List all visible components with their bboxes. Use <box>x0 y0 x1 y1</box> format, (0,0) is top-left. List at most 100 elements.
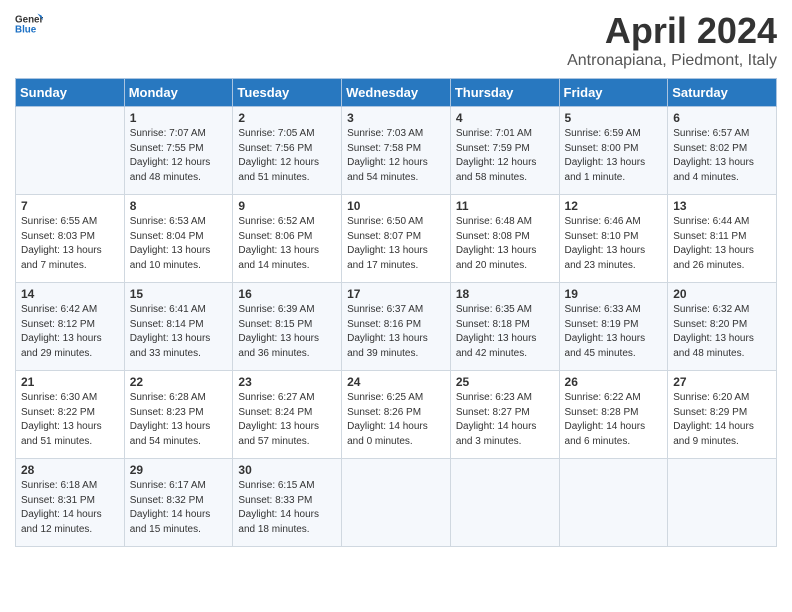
day-number: 30 <box>238 463 336 477</box>
day-number: 4 <box>456 111 554 125</box>
day-number: 3 <box>347 111 445 125</box>
day-number: 25 <box>456 375 554 389</box>
col-header-wednesday: Wednesday <box>342 79 451 107</box>
calendar-cell: 20Sunrise: 6:32 AMSunset: 8:20 PMDayligh… <box>668 283 777 371</box>
calendar-table: SundayMondayTuesdayWednesdayThursdayFrid… <box>15 78 777 547</box>
day-info: Sunrise: 6:33 AMSunset: 8:19 PMDaylight:… <box>565 303 663 361</box>
day-info: Sunrise: 6:25 AMSunset: 8:26 PMDaylight:… <box>347 391 445 449</box>
calendar-cell <box>559 459 668 547</box>
day-number: 8 <box>130 199 228 213</box>
day-number: 15 <box>130 287 228 301</box>
calendar-cell: 4Sunrise: 7:01 AMSunset: 7:59 PMDaylight… <box>450 107 559 195</box>
day-number: 19 <box>565 287 663 301</box>
svg-text:Blue: Blue <box>15 24 37 35</box>
col-header-friday: Friday <box>559 79 668 107</box>
day-info: Sunrise: 6:50 AMSunset: 8:07 PMDaylight:… <box>347 215 445 273</box>
calendar-cell: 5 Sunrise: 6:59 AMSunset: 8:00 PMDaylight… <box>559 107 668 195</box>
day-number: 17 <box>347 287 445 301</box>
calendar-cell: 27Sunrise: 6:20 AMSunset: 8:29 PMDayligh… <box>668 371 777 459</box>
day-number: 2 <box>238 111 336 125</box>
day-info: Sunrise: 6:27 AMSunset: 8:24 PMDaylight:… <box>238 391 336 449</box>
calendar-cell: 3 Sunrise: 7:03 AMSunset: 7:58 PMDaylight… <box>342 107 451 195</box>
calendar-cell: 10Sunrise: 6:50 AMSunset: 8:07 PMDayligh… <box>342 195 451 283</box>
calendar-cell: 14 Sunrise: 6:42 AMSunset: 8:12 PMDayligh… <box>16 283 125 371</box>
title-area: April 2024 Antronapiana, Piedmont, Italy <box>567 10 777 70</box>
col-header-tuesday: Tuesday <box>233 79 342 107</box>
day-number: 18 <box>456 287 554 301</box>
header-row: SundayMondayTuesdayWednesdayThursdayFrid… <box>16 79 777 107</box>
day-number: 12 <box>565 199 663 213</box>
day-info: Sunrise: 6:55 AMSunset: 8:03 PMDaylight:… <box>21 215 119 273</box>
day-info: Sunrise: 6:57 AMSunset: 8:02 PMDaylight:… <box>673 127 771 185</box>
calendar-cell <box>450 459 559 547</box>
day-info: Sunrise: 6:52 AMSunset: 8:06 PMDaylight:… <box>238 215 336 273</box>
calendar-cell: 9 Sunrise: 6:52 AMSunset: 8:06 PMDaylight… <box>233 195 342 283</box>
day-info: Sunrise: 6:17 AMSunset: 8:32 PMDaylight:… <box>130 479 228 537</box>
day-info: Sunrise: 6:30 AMSunset: 8:22 PMDaylight:… <box>21 391 119 449</box>
day-info: Sunrise: 6:20 AMSunset: 8:29 PMDaylight:… <box>673 391 771 449</box>
day-number: 1 <box>130 111 228 125</box>
calendar-cell: 2Sunrise: 7:05 AMSunset: 7:56 PMDaylight… <box>233 107 342 195</box>
day-info: Sunrise: 6:15 AMSunset: 8:33 PMDaylight:… <box>238 479 336 537</box>
col-header-sunday: Sunday <box>16 79 125 107</box>
day-number: 11 <box>456 199 554 213</box>
day-number: 13 <box>673 199 771 213</box>
calendar-cell: 17Sunrise: 6:37 AMSunset: 8:16 PMDayligh… <box>342 283 451 371</box>
calendar-cell: 11 Sunrise: 6:48 AMSunset: 8:08 PMDayligh… <box>450 195 559 283</box>
calendar-cell: 8 Sunrise: 6:53 AMSunset: 8:04 PMDaylight… <box>124 195 233 283</box>
calendar-cell: 26Sunrise: 6:22 AMSunset: 8:28 PMDayligh… <box>559 371 668 459</box>
day-info: Sunrise: 6:22 AMSunset: 8:28 PMDaylight:… <box>565 391 663 449</box>
calendar-cell: 6 Sunrise: 6:57 AMSunset: 8:02 PMDaylight… <box>668 107 777 195</box>
day-info: Sunrise: 6:48 AMSunset: 8:08 PMDaylight:… <box>456 215 554 273</box>
day-info: Sunrise: 6:28 AMSunset: 8:23 PMDaylight:… <box>130 391 228 449</box>
calendar-cell: 22Sunrise: 6:28 AMSunset: 8:23 PMDayligh… <box>124 371 233 459</box>
header: General Blue April 2024 Antronapiana, Pi… <box>15 10 777 70</box>
calendar-cell: 16 Sunrise: 6:39 AMSunset: 8:15 PMDayligh… <box>233 283 342 371</box>
day-info: Sunrise: 6:46 AMSunset: 8:10 PMDaylight:… <box>565 215 663 273</box>
day-info: Sunrise: 6:42 AMSunset: 8:12 PMDaylight:… <box>21 303 119 361</box>
calendar-cell: 23 Sunrise: 6:27 AMSunset: 8:24 PMDayligh… <box>233 371 342 459</box>
logo-icon: General Blue <box>15 10 43 38</box>
day-number: 23 <box>238 375 336 389</box>
day-info: Sunrise: 6:32 AMSunset: 8:20 PMDaylight:… <box>673 303 771 361</box>
calendar-cell <box>16 107 125 195</box>
day-number: 16 <box>238 287 336 301</box>
day-number: 5 <box>565 111 663 125</box>
day-info: Sunrise: 6:35 AMSunset: 8:18 PMDaylight:… <box>456 303 554 361</box>
calendar-cell: 18 Sunrise: 6:35 AMSunset: 8:18 PMDayligh… <box>450 283 559 371</box>
calendar-cell: 28 Sunrise: 6:18 AMSunset: 8:31 PMDayligh… <box>16 459 125 547</box>
calendar-cell: 30 Sunrise: 6:15 AMSunset: 8:33 PMDayligh… <box>233 459 342 547</box>
col-header-thursday: Thursday <box>450 79 559 107</box>
calendar-cell: 15 Sunrise: 6:41 AMSunset: 8:14 PMDayligh… <box>124 283 233 371</box>
day-info: Sunrise: 6:41 AMSunset: 8:14 PMDaylight:… <box>130 303 228 361</box>
calendar-cell: 24 Sunrise: 6:25 AMSunset: 8:26 PMDayligh… <box>342 371 451 459</box>
main-title: April 2024 <box>567 10 777 52</box>
day-number: 21 <box>21 375 119 389</box>
day-number: 7 <box>21 199 119 213</box>
calendar-row: 28 Sunrise: 6:18 AMSunset: 8:31 PMDayligh… <box>16 459 777 547</box>
subtitle: Antronapiana, Piedmont, Italy <box>567 52 777 70</box>
day-number: 9 <box>238 199 336 213</box>
day-number: 24 <box>347 375 445 389</box>
calendar-cell: 21 Sunrise: 6:30 AMSunset: 8:22 PMDayligh… <box>16 371 125 459</box>
day-info: Sunrise: 6:23 AMSunset: 8:27 PMDaylight:… <box>456 391 554 449</box>
day-info: Sunrise: 6:53 AMSunset: 8:04 PMDaylight:… <box>130 215 228 273</box>
day-info: Sunrise: 7:03 AMSunset: 7:58 PMDaylight:… <box>347 127 445 185</box>
col-header-monday: Monday <box>124 79 233 107</box>
calendar-row: 1Sunrise: 7:07 AMSunset: 7:55 PMDaylight… <box>16 107 777 195</box>
calendar-cell: 19 Sunrise: 6:33 AMSunset: 8:19 PMDayligh… <box>559 283 668 371</box>
day-number: 6 <box>673 111 771 125</box>
calendar-cell: 25 Sunrise: 6:23 AMSunset: 8:27 PMDayligh… <box>450 371 559 459</box>
calendar-row: 7 Sunrise: 6:55 AMSunset: 8:03 PMDaylight… <box>16 195 777 283</box>
day-info: Sunrise: 6:18 AMSunset: 8:31 PMDaylight:… <box>21 479 119 537</box>
calendar-cell: 29Sunrise: 6:17 AMSunset: 8:32 PMDayligh… <box>124 459 233 547</box>
day-info: Sunrise: 6:44 AMSunset: 8:11 PMDaylight:… <box>673 215 771 273</box>
day-number: 28 <box>21 463 119 477</box>
day-info: Sunrise: 6:59 AMSunset: 8:00 PMDaylight:… <box>565 127 663 185</box>
calendar-row: 14 Sunrise: 6:42 AMSunset: 8:12 PMDayligh… <box>16 283 777 371</box>
calendar-row: 21 Sunrise: 6:30 AMSunset: 8:22 PMDayligh… <box>16 371 777 459</box>
day-info: Sunrise: 6:39 AMSunset: 8:15 PMDaylight:… <box>238 303 336 361</box>
calendar-cell: 12 Sunrise: 6:46 AMSunset: 8:10 PMDayligh… <box>559 195 668 283</box>
calendar-cell <box>668 459 777 547</box>
day-number: 14 <box>21 287 119 301</box>
